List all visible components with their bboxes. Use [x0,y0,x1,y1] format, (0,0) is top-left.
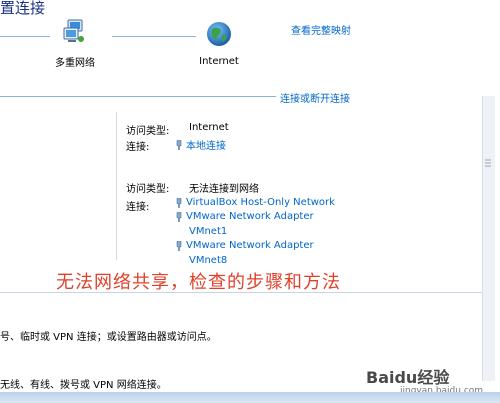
connection-label: 本地连接 [186,141,226,152]
vmnet8-connection-link[interactable]: VMware Network Adapter [176,240,314,251]
internet-label: Internet [199,56,239,67]
scroll-grip-icon[interactable] [484,146,492,182]
access-type-value: 无法连接到网络 [189,184,259,195]
map-line-middle [112,36,196,37]
network-adapter-icon [176,139,182,150]
connection-label-continued[interactable]: VMnet8 [189,255,227,266]
local-connection-link[interactable]: 本地连接 [176,137,226,152]
bottom-window-edge [0,392,500,403]
connection-label: VMware Network Adapter [186,240,314,251]
section-divider [0,96,276,97]
multiple-networks-icon[interactable] [60,18,88,49]
task-description-2: 无线、有线、拨号或 VPN 网络连接。 [0,380,167,391]
connection-key: 连接: [126,202,150,213]
window-title: 置连接 [0,0,46,17]
map-line-left [0,36,50,37]
connection-label: VMware Network Adapter [186,211,314,222]
network-adapter-icon [176,211,182,222]
access-type-key: 访问类型: [126,184,170,195]
virtualbox-connection-link[interactable]: VirtualBox Host-Only Network [176,197,335,208]
details-separator [116,112,117,260]
access-type-key: 访问类型: [126,126,170,137]
connection-key: 连接: [126,142,150,153]
connect-disconnect-link[interactable]: 连接或断开连接 [280,90,350,105]
baidu-logo: Baidu经验 [366,368,450,387]
view-full-map-link[interactable]: 查看完整映射 [291,22,351,37]
tasks-divider [0,292,490,293]
vmnet1-connection-link[interactable]: VMware Network Adapter [176,211,314,222]
internet-globe-icon[interactable] [205,20,233,51]
overlay-caption: 无法网络共享，检查的步骤和方法 [56,272,341,293]
baidu-watermark: Baidu经验 jingyan.baidu.com [366,364,483,396]
access-type-value: Internet [189,122,229,133]
vertical-scrollbar[interactable] [482,96,495,381]
connection-label-continued[interactable]: VMnet1 [189,226,227,237]
network-adapter-icon [176,197,182,208]
connection-label: VirtualBox Host-Only Network [186,197,335,208]
multiple-networks-label: 多重网络 [55,58,95,69]
task-description-1: 号、临时或 VPN 连接；或设置路由器或访问点。 [0,332,217,343]
network-adapter-icon [176,240,182,251]
